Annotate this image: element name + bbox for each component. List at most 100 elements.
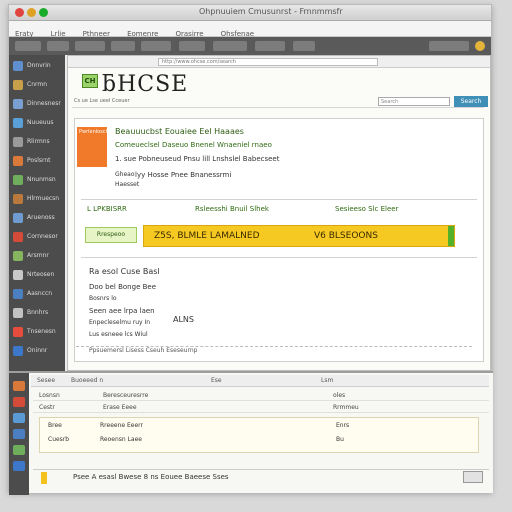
cell: Erase Eeee	[103, 404, 137, 411]
tab[interactable]: Buoeeed n	[71, 377, 103, 384]
dock-item[interactable]: Nuueuus	[13, 118, 61, 130]
result-badge: Pwrlenlosch	[77, 127, 109, 167]
toolbar-button[interactable]	[293, 41, 315, 51]
list-item[interactable]: ALNS	[173, 315, 194, 324]
search-button[interactable]: Search	[454, 96, 488, 107]
bottom-window: Sesee Buoeeed n Ese Lsm Losnsn Beresceur…	[9, 371, 493, 495]
list-item[interactable]: Doo bel Bonge Bee	[89, 283, 156, 291]
cell: Losnsn	[39, 392, 60, 399]
dock-item[interactable]: Hlrmuecsn	[13, 194, 61, 206]
app-icon	[13, 61, 23, 71]
dock-item-label: Cornnesor	[27, 233, 58, 240]
tab[interactable]: Ese	[211, 377, 222, 384]
dock-item[interactable]: Cornnesor	[13, 232, 61, 244]
window-titlebar: Ohpnuuiem Cmusunrst - Frnnmmsfr	[9, 5, 491, 21]
table-row[interactable]: Losnsn Beresceuresrre oles	[33, 391, 489, 401]
toolbar-button[interactable]	[429, 41, 469, 51]
tab[interactable]: Sesee	[37, 377, 55, 384]
app-icon	[13, 213, 23, 223]
dock-item-label: Rlirmns	[27, 138, 50, 145]
app-icon	[13, 99, 23, 109]
toolbar-button[interactable]	[141, 41, 171, 51]
close-icon[interactable]	[15, 8, 24, 17]
cell: oles	[333, 392, 346, 399]
result-heading[interactable]: Beauuucbst Eouaiee Eel Haaaes	[115, 127, 244, 136]
toolbar-button[interactable]	[111, 41, 135, 51]
section-meta: Rsleesshi Bnuil Slhek	[195, 205, 269, 213]
tab[interactable]: Lsm	[321, 377, 333, 384]
footer-button[interactable]	[463, 471, 483, 483]
cell: Bree	[48, 422, 62, 429]
minimize-icon[interactable]	[27, 8, 36, 17]
table-row[interactable]: Cestr Erase Eeee Rrmmeu	[33, 403, 489, 413]
list-item[interactable]: Seen aee lrpa laen	[89, 307, 155, 315]
dock-item[interactable]: Poslsrnt	[13, 156, 61, 168]
breadcrumb: Cs ue Lse ueel Cceuer	[74, 98, 130, 104]
cell: Enrs	[336, 422, 350, 429]
url-field[interactable]: http://www.ohcse.com/search	[158, 58, 378, 66]
cell: Cuesrb	[48, 436, 70, 443]
result-line: Haesset	[115, 181, 140, 188]
dock-item[interactable]: Aasnccn	[13, 289, 61, 301]
highlight-text: V6 BLSEOONS	[314, 231, 378, 241]
dock-item-label: Aasnccn	[27, 290, 53, 297]
site-logo-mark[interactable]: CH	[82, 74, 98, 88]
divider	[81, 199, 477, 200]
list-item[interactable]: Bosnrs lo	[89, 295, 117, 302]
result-line: lyy Hosse Pnee Bnanessrmi	[135, 171, 232, 179]
window-title: Ohpnuuiem Cmusunrst - Frnnmmsfr	[199, 7, 343, 16]
dock-item[interactable]: Dnnvrin	[13, 61, 61, 73]
dock-item[interactable]: Tnsenesn	[13, 327, 61, 339]
dock-item-label: Nrteosen	[27, 271, 55, 278]
side-dock: Dnnvrin Cnrmn Dinnesnesr Nuueuus Rlirmns Posl…	[9, 55, 65, 371]
toolbar-button[interactable]	[75, 41, 105, 51]
app-icon	[13, 270, 23, 280]
app-icon[interactable]	[13, 381, 25, 391]
search-input[interactable]: Search	[378, 97, 450, 106]
app-icon	[13, 308, 23, 318]
app-icon	[13, 118, 23, 128]
dock-item[interactable]: Dinnesnesr	[13, 99, 61, 111]
maximize-icon[interactable]	[39, 8, 48, 17]
toolbar-button[interactable]	[179, 41, 205, 51]
dock-item[interactable]: Arsmnr	[13, 251, 61, 263]
result-panel: Pwrlenlosch Beauuucbst Eouaiee Eel Haaae…	[74, 118, 484, 362]
cell: Beresceuresrre	[103, 392, 149, 399]
dock-item[interactable]: Rlirmns	[13, 137, 61, 149]
dock-item-label: Dnnvrin	[27, 62, 51, 69]
list-item[interactable]: Enpecleselmu ruy In	[89, 319, 150, 326]
toolbar	[9, 37, 491, 55]
toolbar-button[interactable]	[213, 41, 247, 51]
toolbar-button[interactable]	[47, 41, 69, 51]
dock-item[interactable]: Bnnhrs	[13, 308, 61, 320]
dock-item-label: Poslsrnt	[27, 157, 51, 164]
dock-item-label: Hlrmuecsn	[27, 195, 60, 202]
list-item[interactable]: Ra esol Cuse Basl	[89, 267, 160, 276]
toolbar-button[interactable]	[255, 41, 285, 51]
app-icon[interactable]	[13, 429, 25, 439]
dock-item[interactable]: Nnunmsn	[13, 175, 61, 187]
app-icon	[13, 137, 23, 147]
divider	[81, 257, 477, 258]
cell: Cestr	[39, 404, 55, 411]
highlight-bar[interactable]: Z5S, BLMLE LAMALNED V6 BLSEOONS	[143, 225, 455, 247]
dock-item[interactable]: Nrteosen	[13, 270, 61, 282]
dock-item[interactable]: Cnrmn	[13, 80, 61, 92]
dock-item[interactable]: Aruenoss	[13, 213, 61, 225]
app-icon	[13, 346, 23, 356]
toolbar-button[interactable]	[15, 41, 41, 51]
list-item[interactable]: Lus esneee lcs Wiul	[89, 331, 148, 338]
dock-item[interactable]: Oninnr	[13, 346, 61, 358]
app-icon[interactable]	[13, 445, 25, 455]
app-icon	[13, 194, 23, 204]
app-icon[interactable]	[13, 397, 25, 407]
dock-item-label: Oninnr	[27, 347, 48, 354]
status-icon[interactable]	[475, 41, 485, 51]
highlight-text: Z5S, BLMLE LAMALNED	[154, 231, 260, 241]
result-line: Gheao	[115, 171, 135, 178]
site-logo[interactable]: ƃHCSE	[102, 72, 188, 97]
app-icon	[13, 289, 23, 299]
app-icon[interactable]	[13, 461, 25, 471]
app-icon	[13, 156, 23, 166]
app-icon[interactable]	[13, 413, 25, 423]
